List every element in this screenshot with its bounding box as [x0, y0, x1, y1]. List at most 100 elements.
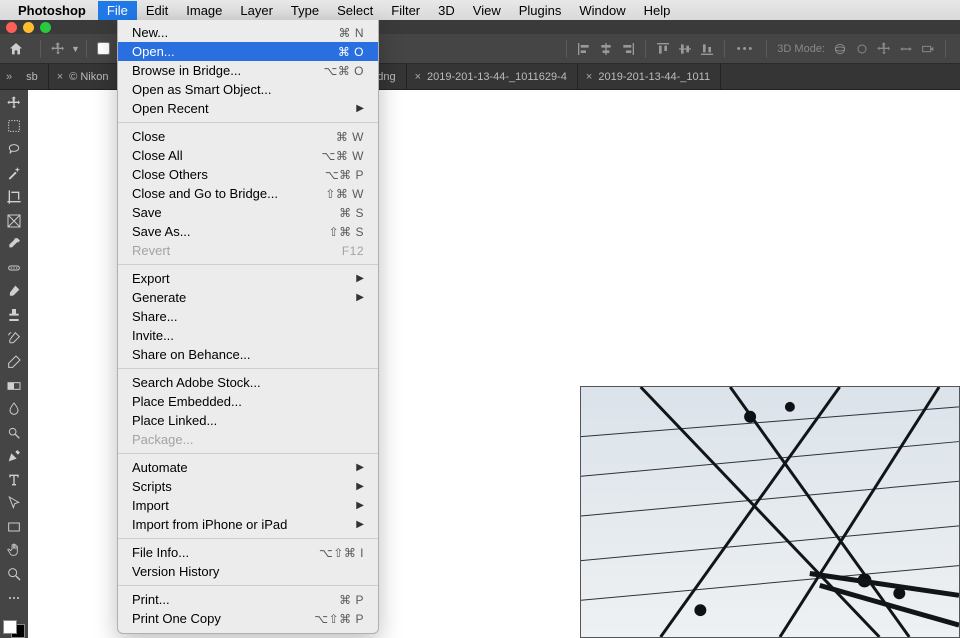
menu-view[interactable]: View	[464, 1, 510, 20]
stamp-tool[interactable]	[3, 306, 25, 324]
menu-item-place-linked[interactable]: Place Linked...	[118, 411, 378, 430]
type-tool[interactable]	[3, 471, 25, 489]
menu-item-search-adobe-stock[interactable]: Search Adobe Stock...	[118, 373, 378, 392]
menu-item-automate[interactable]: Automate▶	[118, 458, 378, 477]
menu-type[interactable]: Type	[282, 1, 328, 20]
eraser-tool[interactable]	[3, 353, 25, 371]
dodge-tool[interactable]	[3, 424, 25, 442]
align-top-icon[interactable]	[655, 41, 671, 57]
blur-tool[interactable]	[3, 400, 25, 418]
menu-plugins[interactable]: Plugins	[510, 1, 571, 20]
menu-window[interactable]: Window	[570, 1, 634, 20]
align-bottom-icon[interactable]	[699, 41, 715, 57]
zoom-tool[interactable]	[3, 565, 25, 583]
gradient-tool[interactable]	[3, 377, 25, 395]
document-tab[interactable]: ×© Nikon	[49, 64, 120, 89]
align-center-h-icon[interactable]	[598, 41, 614, 57]
close-tab-icon[interactable]: ×	[586, 71, 592, 83]
home-icon[interactable]	[8, 41, 24, 57]
wand-tool[interactable]	[3, 165, 25, 183]
history-brush-tool[interactable]	[3, 330, 25, 348]
hand-tool[interactable]	[3, 542, 25, 560]
submenu-arrow-icon: ▶	[356, 273, 364, 284]
submenu-arrow-icon: ▶	[356, 500, 364, 511]
tabs-overflow-icon[interactable]: »	[0, 71, 18, 83]
menu-item-version-history[interactable]: Version History	[118, 562, 378, 581]
rectangle-tool[interactable]	[3, 518, 25, 536]
menu-item-share-on-behance[interactable]: Share on Behance...	[118, 345, 378, 364]
crop-tool[interactable]	[3, 188, 25, 206]
menu-select[interactable]: Select	[328, 1, 382, 20]
color-swatches[interactable]	[3, 620, 25, 638]
menu-3d[interactable]: 3D	[429, 1, 464, 20]
marquee-tool[interactable]	[3, 118, 25, 136]
menu-item-close-others[interactable]: Close Others⌥⌘ P	[118, 165, 378, 184]
menu-item-new[interactable]: New...⌘ N	[118, 23, 378, 42]
close-tab-icon[interactable]: ×	[415, 71, 421, 83]
foreground-color-swatch[interactable]	[3, 620, 17, 634]
3d-mode-label: 3D Mode:	[777, 43, 825, 55]
menu-item-import-from-iphone-or-ipad[interactable]: Import from iPhone or iPad▶	[118, 515, 378, 534]
menu-layer[interactable]: Layer	[231, 1, 282, 20]
move-tool[interactable]	[3, 94, 25, 112]
3d-pan-icon[interactable]	[876, 41, 892, 57]
3d-camera-icon[interactable]	[920, 41, 936, 57]
document-tab[interactable]: ×2019-201-13-44-_1011629-4	[407, 64, 578, 89]
menu-item-close[interactable]: Close⌘ W	[118, 127, 378, 146]
menu-item-generate[interactable]: Generate▶	[118, 288, 378, 307]
more-tool[interactable]	[3, 589, 25, 607]
submenu-arrow-icon: ▶	[356, 462, 364, 473]
3d-orbit-icon[interactable]	[832, 41, 848, 57]
menu-image[interactable]: Image	[177, 1, 231, 20]
menu-item-import[interactable]: Import▶	[118, 496, 378, 515]
menu-item-save[interactable]: Save⌘ S	[118, 203, 378, 222]
eyedropper-tool[interactable]	[3, 235, 25, 253]
menu-item-print-one-copy[interactable]: Print One Copy⌥⇧⌘ P	[118, 609, 378, 628]
brush-tool[interactable]	[3, 283, 25, 301]
traffic-light-minimize-icon[interactable]	[23, 22, 34, 33]
more-options-icon[interactable]: •••	[737, 43, 755, 55]
menu-file[interactable]: File	[98, 1, 137, 20]
menu-item-scripts[interactable]: Scripts▶	[118, 477, 378, 496]
menu-filter[interactable]: Filter	[382, 1, 429, 20]
menu-item-open[interactable]: Open...⌘ O	[118, 42, 378, 61]
menu-item-browse-in-bridge[interactable]: Browse in Bridge...⌥⌘ O	[118, 61, 378, 80]
app-name[interactable]: Photoshop	[18, 3, 86, 18]
3d-rotate-icon[interactable]	[854, 41, 870, 57]
close-tab-icon[interactable]: ×	[57, 71, 63, 83]
menu-item-place-embedded[interactable]: Place Embedded...	[118, 392, 378, 411]
menu-edit[interactable]: Edit	[137, 1, 177, 20]
system-menubar: Photoshop FileEditImageLayerTypeSelectFi…	[0, 0, 960, 20]
auto-select-checkbox[interactable]	[97, 42, 110, 55]
menu-item-share[interactable]: Share...	[118, 307, 378, 326]
menu-item-save-as[interactable]: Save As...⇧⌘ S	[118, 222, 378, 241]
healing-tool[interactable]	[3, 259, 25, 277]
menu-item-close-all[interactable]: Close All⌥⌘ W	[118, 146, 378, 165]
traffic-light-close-icon[interactable]	[6, 22, 17, 33]
document-tab[interactable]: ×2019-201-13-44-_1011	[578, 64, 721, 89]
menu-item-file-info[interactable]: File Info...⌥⇧⌘ I	[118, 543, 378, 562]
menu-item-close-and-go-to-bridge[interactable]: Close and Go to Bridge...⇧⌘ W	[118, 184, 378, 203]
menu-item-package: Package...	[118, 430, 378, 449]
menu-item-invite[interactable]: Invite...	[118, 326, 378, 345]
submenu-arrow-icon: ▶	[356, 292, 364, 303]
traffic-light-zoom-icon[interactable]	[40, 22, 51, 33]
move-icon[interactable]	[50, 41, 66, 57]
3d-slide-icon[interactable]	[898, 41, 914, 57]
lasso-tool[interactable]	[3, 141, 25, 159]
menu-item-export[interactable]: Export▶	[118, 269, 378, 288]
document-tab[interactable]: sb	[18, 64, 49, 89]
frame-tool[interactable]	[3, 212, 25, 230]
submenu-arrow-icon: ▶	[356, 519, 364, 530]
path-select-tool[interactable]	[3, 495, 25, 513]
menu-item-print[interactable]: Print...⌘ P	[118, 590, 378, 609]
file-menu-dropdown: New...⌘ NOpen...⌘ OBrowse in Bridge...⌥⌘…	[117, 20, 379, 634]
document-image	[580, 386, 960, 638]
menu-item-open-recent[interactable]: Open Recent▶	[118, 99, 378, 118]
menu-item-open-as-smart-object[interactable]: Open as Smart Object...	[118, 80, 378, 99]
align-left-icon[interactable]	[576, 41, 592, 57]
align-center-v-icon[interactable]	[677, 41, 693, 57]
align-right-icon[interactable]	[620, 41, 636, 57]
pen-tool[interactable]	[3, 447, 25, 465]
menu-help[interactable]: Help	[635, 1, 680, 20]
